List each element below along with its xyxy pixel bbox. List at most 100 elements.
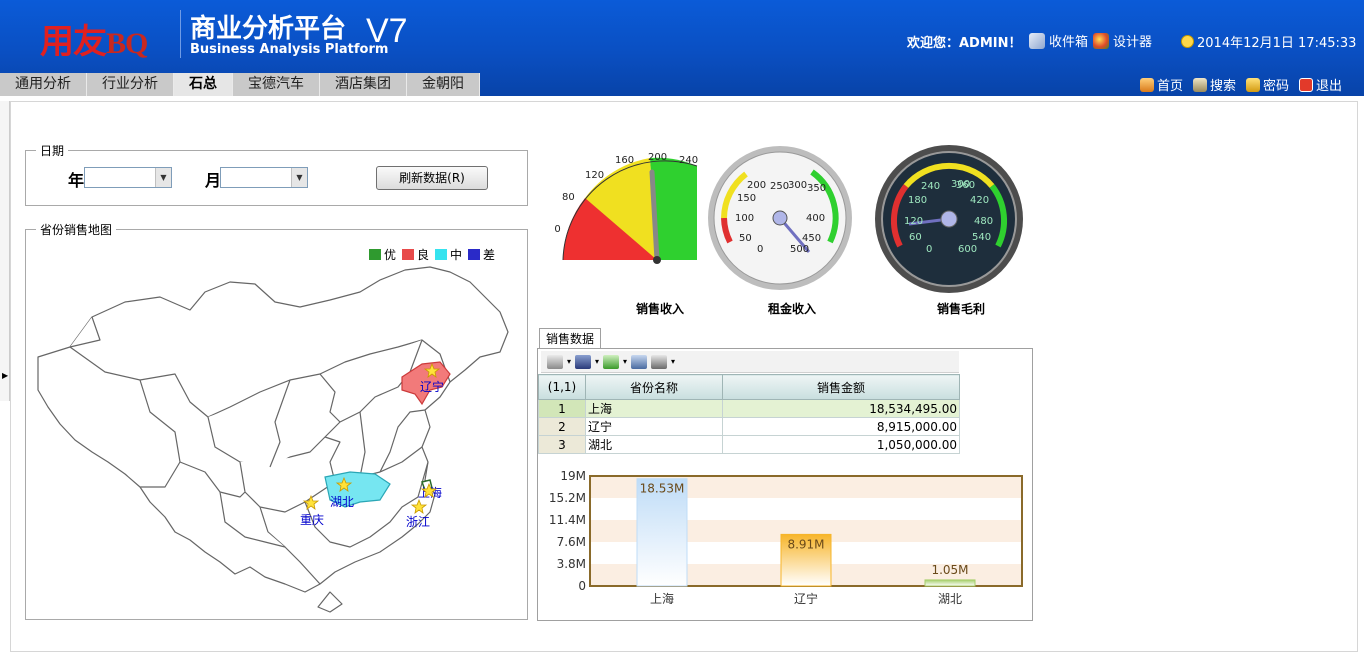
sidebar-toggle[interactable]: ▶ [0,101,10,401]
legend-swatch [369,249,381,260]
gauge-tick-label: 80 [562,192,575,203]
inbox-icon [1029,32,1045,49]
gauge-tick-label: 0 [757,244,763,255]
save-icon[interactable] [575,354,592,369]
table-row[interactable]: 2 辽宁 8,915,000.00 [538,417,960,436]
y-tick-label: 3.8M [557,557,586,571]
gauge-tick-label: 240 [679,155,698,166]
table-row[interactable]: 3 湖北 1,050,000.00 [538,435,960,454]
row-number[interactable]: 2 [538,417,586,436]
gauge-tick-label: 480 [974,216,993,227]
platform-title: 商业分析平台 [190,14,347,44]
gauge-tick-label: 400 [806,213,825,224]
tab-3[interactable]: 宝德汽车 [233,73,320,96]
gauge-tick-label: 160 [615,155,634,166]
column-header-amount[interactable]: 销售金额 [722,374,960,400]
password-label: 密码 [1263,79,1290,94]
designer-icon [1093,32,1109,49]
tab-sales-data[interactable]: 销售数据 [539,328,602,349]
gauge-tick-label: 450 [802,233,821,244]
chevron-down-icon[interactable]: ▼ [291,168,307,187]
legend-label: 优 [384,248,397,262]
gauge-tick-label: 250 [770,181,789,192]
refresh-button[interactable]: 刷新数据(R) [376,166,488,190]
app-header: 用友BQ 商业分析平台 Business Analysis Platform V… [0,0,1364,96]
search-link[interactable]: 搜索 [1193,75,1236,94]
data-label: 18.53M [640,482,685,496]
preview-icon[interactable] [631,354,648,369]
legend-swatch [435,249,448,260]
top-toolbar: 首页 搜索 密码 退出 [1140,75,1342,94]
rent-income-gauge: 0 50 100 150 200 250300 350 400 450500 [708,146,852,290]
tab-2[interactable]: 石总 [174,73,233,96]
map-legend: 优良中差 [369,246,495,263]
gauge-tick-label: 540 [972,232,991,243]
province-cell[interactable]: 湖北 [585,435,723,454]
gauge-tick-label: 150 [737,193,756,204]
data-label: 8.91M [787,537,824,551]
gauge-tick-label: 200 [747,180,766,191]
date-filter-legend: 日期 [40,144,65,158]
password-link[interactable]: 密码 [1246,75,1289,94]
china-map[interactable]: 辽宁 湖北 上海 浙江 重庆 [30,262,520,614]
designer-link[interactable]: 设计器 [1093,31,1152,50]
legend-item: 良 [402,246,429,263]
gross-profit-gauge: 060120180240 300360420480540600 [875,145,1023,293]
amount-cell[interactable]: 1,050,000.00 [722,435,960,454]
map-legend-title: 省份销售地图 [40,223,113,237]
amount-cell[interactable]: 8,915,000.00 [722,417,960,436]
gauge-tick-label: 240 [921,181,940,192]
row-number[interactable]: 3 [538,435,586,454]
search-label: 搜索 [1210,79,1237,94]
logout-link[interactable]: 退出 [1299,75,1342,94]
grid-corner: (1,1) [538,374,586,400]
designer-label: 设计器 [1113,35,1153,50]
version-label: V7 [366,12,408,50]
grid-toolbar: ▾ ▾ ▾ ▾ [541,351,959,373]
province-cell[interactable]: 辽宁 [585,417,723,436]
year-label: 年 [68,171,85,190]
gauge-tick-label: 0 [926,244,932,255]
year-select[interactable]: ▼ [84,167,172,188]
province-cell[interactable]: 上海 [585,399,723,418]
home-link[interactable]: 首页 [1140,75,1183,94]
inbox-link[interactable]: 收件箱 [1029,31,1088,50]
y-tick-label: 7.6M [557,535,586,549]
edit-icon[interactable] [547,354,563,369]
tab-1[interactable]: 行业分析 [87,73,174,96]
column-header-province[interactable]: 省份名称 [585,374,723,400]
legend-item: 差 [468,246,495,263]
gauge-tick-label: 100 [735,213,754,224]
gross-profit-title: 销售毛利 [937,302,986,316]
print-icon[interactable] [651,354,668,369]
sales-data-table: (1,1) 省份名称 销售金额 1 上海 18,534,495.00 2 辽宁 8,915… [538,374,960,454]
legend-label: 良 [417,248,430,262]
chevron-down-icon[interactable]: ▼ [155,168,171,187]
tab-5[interactable]: 金朝阳 [407,73,480,96]
legend-swatch [402,249,415,260]
month-label: 月 [205,171,222,190]
y-tick-label: 19M [560,469,586,483]
home-icon [1140,77,1154,92]
gauge-tick-label: 350 [807,183,826,194]
legend-swatch [468,249,481,260]
legend-item: 优 [369,246,396,263]
export-icon[interactable] [603,354,620,369]
gauge-tick-label: 180 [908,195,927,206]
table-row[interactable]: 1 上海 18,534,495.00 [538,399,960,418]
gauge-tick-label: 50 [739,233,752,244]
sales-bar-chart: 0 3.8M 7.6M 11.4M 15.2M 19M 18.53M 上海 8.91M 辽宁 1.0… [549,469,1023,606]
x-tick-label: 上海 [650,591,674,606]
sales-revenue-gauge: 04080120160200240 [555,152,698,264]
amount-cell[interactable]: 18,534,495.00 [722,399,960,418]
gauge-tick-label: 300 [788,180,807,191]
x-tick-label: 辽宁 [794,591,818,606]
month-select[interactable]: ▼ [220,167,308,188]
y-tick-label: 11.4M [549,513,586,527]
gauge-tick-label: 120 [904,216,923,227]
row-number[interactable]: 1 [538,399,586,418]
rent-income-title: 租金收入 [768,302,817,316]
tab-4[interactable]: 酒店集团 [320,73,407,96]
y-tick-label: 15.2M [549,491,586,505]
tab-0[interactable]: 通用分析 [0,73,87,96]
